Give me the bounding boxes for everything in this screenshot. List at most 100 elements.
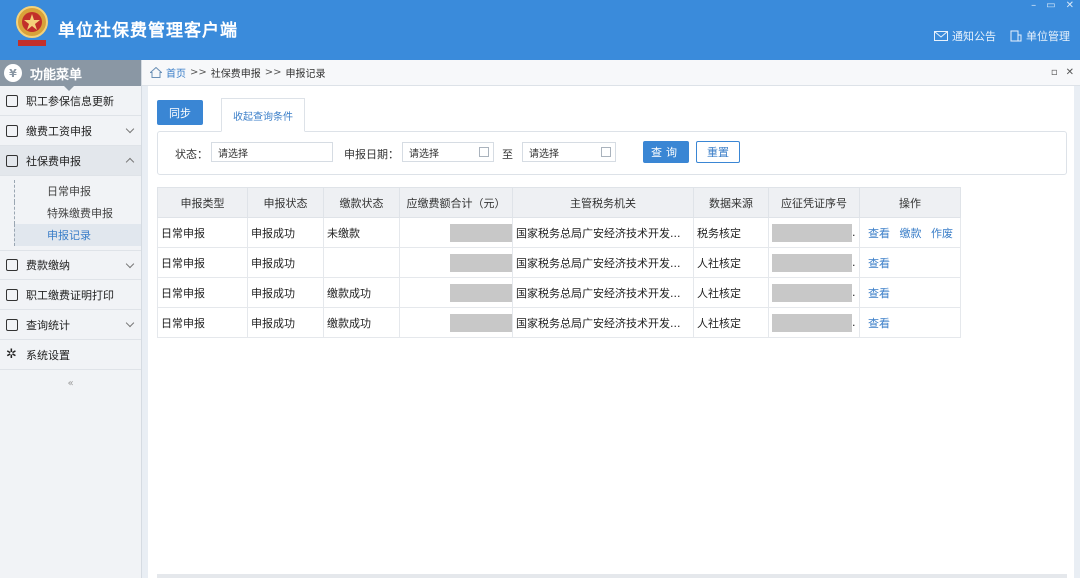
cell-operations: 查看 bbox=[859, 307, 961, 338]
restore-icon[interactable]: ▫ bbox=[1051, 67, 1058, 78]
mail-icon bbox=[934, 31, 948, 41]
sidebar-item-social-fee-declaration[interactable]: 社保费申报 bbox=[0, 146, 141, 176]
redaction-block bbox=[772, 223, 852, 242]
panel-controls: ▫ ✕ bbox=[1051, 67, 1074, 78]
sidebar-item-insured-info[interactable]: 职工参保信息更新 bbox=[0, 86, 141, 116]
date-to-value: 请选择 bbox=[529, 148, 559, 160]
form-icon bbox=[6, 154, 18, 167]
chart-icon bbox=[6, 318, 18, 331]
cell-pay-status bbox=[323, 247, 400, 278]
cell-source: 人社核定 bbox=[693, 307, 769, 338]
sidebar-item-label: 查询统计 bbox=[26, 318, 70, 332]
calendar-icon[interactable] bbox=[601, 147, 611, 157]
sidebar-item-certificate-print[interactable]: 职工缴费证明打印 bbox=[0, 280, 141, 310]
sidebar-subitem-daily[interactable]: 日常申报 bbox=[14, 180, 141, 202]
sidebar-item-label: 社保费申报 bbox=[26, 154, 81, 168]
view-link[interactable]: 查看 bbox=[868, 227, 890, 240]
status-select[interactable]: 请选择 bbox=[211, 142, 333, 162]
col-tax-authority: 主管税务机关 bbox=[512, 187, 694, 218]
wallet-icon bbox=[6, 259, 18, 271]
cell-type: 日常申报 bbox=[157, 247, 248, 278]
chevron-up-icon bbox=[125, 157, 135, 167]
query-button[interactable]: 查询 bbox=[643, 141, 689, 163]
view-link[interactable]: 查看 bbox=[868, 317, 890, 330]
notice-link[interactable]: 通知公告 bbox=[934, 28, 996, 44]
void-link[interactable]: 作废 bbox=[931, 227, 953, 240]
cell-voucher-redacted: . bbox=[768, 247, 860, 278]
sidebar-subitem-records[interactable]: 申报记录 bbox=[14, 224, 141, 246]
cell-pay-status: 未缴款 bbox=[323, 217, 400, 248]
redaction-block bbox=[772, 283, 852, 302]
cell-status: 申报成功 bbox=[247, 307, 324, 338]
redaction-block bbox=[450, 283, 512, 302]
sidebar-item-label: 缴费工资申报 bbox=[26, 124, 92, 138]
cell-pay-status: 缴款成功 bbox=[323, 307, 400, 338]
tax-emblem-logo bbox=[16, 6, 48, 46]
horizontal-scrollbar[interactable] bbox=[157, 574, 1067, 578]
minimize-icon[interactable]: – bbox=[1031, 0, 1036, 11]
sidebar-item-payment[interactable]: 费款缴纳 bbox=[0, 250, 141, 280]
cell-status: 申报成功 bbox=[247, 277, 324, 308]
cell-authority: 国家税务总局广安经济技术开发... bbox=[512, 307, 694, 338]
reset-button[interactable]: 重置 bbox=[696, 141, 740, 163]
sidebar-subitem-special[interactable]: 特殊缴费申报 bbox=[14, 202, 141, 224]
printer-icon bbox=[6, 288, 18, 301]
redaction-block bbox=[772, 313, 852, 332]
sidebar-item-statistics[interactable]: 查询统计 bbox=[0, 310, 141, 340]
chevron-down-icon bbox=[125, 259, 135, 269]
maximize-icon[interactable]: ▭ bbox=[1046, 0, 1055, 11]
redaction-block bbox=[450, 253, 512, 272]
cell-type: 日常申报 bbox=[157, 277, 248, 308]
date-from-value: 请选择 bbox=[409, 148, 439, 160]
sidebar-item-label: 费款缴纳 bbox=[26, 259, 70, 272]
sidebar-item-wage-declaration[interactable]: 缴费工资申报 bbox=[0, 116, 141, 146]
cell-operations: 查看 缴款 作废 bbox=[859, 217, 961, 248]
cell-amount-redacted bbox=[399, 307, 513, 338]
sidebar: ¥ 功能菜单 职工参保信息更新 缴费工资申报 社保费申报 日常申报 特殊缴费申报… bbox=[0, 60, 142, 578]
view-link[interactable]: 查看 bbox=[868, 287, 890, 300]
table-row: 日常申报 申报成功 缴款成功 国家税务总局广安经济技术开发... 人社核定 . … bbox=[157, 277, 961, 308]
cell-voucher-redacted: . bbox=[768, 217, 860, 248]
truncation-mark: . bbox=[852, 225, 856, 239]
tab-collapse-query[interactable]: 收起查询条件 bbox=[221, 98, 305, 132]
sidebar-item-label: 职工缴费证明打印 bbox=[26, 288, 114, 302]
sync-button[interactable]: 同步 bbox=[157, 100, 203, 125]
cell-status: 申报成功 bbox=[247, 217, 324, 248]
table-row: 日常申报 申报成功 缴款成功 国家税务总局广安经济技术开发... 人社核定 . … bbox=[157, 307, 961, 338]
col-payment-status: 缴款状态 bbox=[323, 187, 400, 218]
close-icon[interactable]: ✕ bbox=[1066, 0, 1074, 11]
redaction-block bbox=[450, 313, 512, 332]
yuan-icon: ¥ bbox=[4, 64, 22, 82]
sidebar-item-label: 系统设置 bbox=[26, 348, 70, 362]
collapse-sidebar-button[interactable]: « bbox=[0, 370, 141, 396]
date-from-input[interactable]: 请选择 bbox=[402, 142, 494, 162]
cell-amount-redacted bbox=[399, 247, 513, 278]
table-header-row: 申报类型 申报状态 缴款状态 应缴费额合计（元） 主管税务机关 数据来源 应征凭… bbox=[157, 187, 961, 218]
sidebar-item-label: 职工参保信息更新 bbox=[26, 94, 114, 108]
col-operations: 操作 bbox=[859, 187, 961, 218]
window-controls: – ▭ ✕ bbox=[1031, 0, 1074, 11]
pay-link[interactable]: 缴款 bbox=[900, 227, 922, 240]
view-link[interactable]: 查看 bbox=[868, 257, 890, 270]
edit-icon bbox=[6, 124, 18, 137]
breadcrumb-home[interactable]: 首页 bbox=[166, 65, 186, 80]
breadcrumb-level2: 申报记录 bbox=[285, 69, 326, 80]
redaction-block bbox=[450, 223, 512, 242]
unit-management-link[interactable]: 单位管理 bbox=[1010, 28, 1070, 44]
status-label: 状态： bbox=[175, 148, 208, 161]
document-list-icon bbox=[6, 94, 18, 107]
cell-type: 日常申报 bbox=[157, 217, 248, 248]
menu-title: 功能菜单 bbox=[30, 67, 83, 83]
col-declaration-type: 申报类型 bbox=[157, 187, 248, 218]
date-to-input[interactable]: 请选择 bbox=[522, 142, 616, 162]
close-tab-icon[interactable]: ✕ bbox=[1066, 67, 1074, 78]
breadcrumb-level1: 社保费申报 bbox=[210, 69, 261, 80]
sidebar-item-settings[interactable]: ✲ 系统设置 bbox=[0, 340, 141, 370]
cell-voucher-redacted: . bbox=[768, 277, 860, 308]
table-row: 日常申报 申报成功 未缴款 国家税务总局广安经济技术开发... 税务核定 . 查… bbox=[157, 217, 961, 248]
cell-type: 日常申报 bbox=[157, 307, 248, 338]
cell-operations: 查看 bbox=[859, 247, 961, 278]
function-menu-header[interactable]: ¥ 功能菜单 bbox=[0, 60, 141, 91]
calendar-icon[interactable] bbox=[479, 147, 489, 157]
cell-source: 税务核定 bbox=[693, 217, 769, 248]
